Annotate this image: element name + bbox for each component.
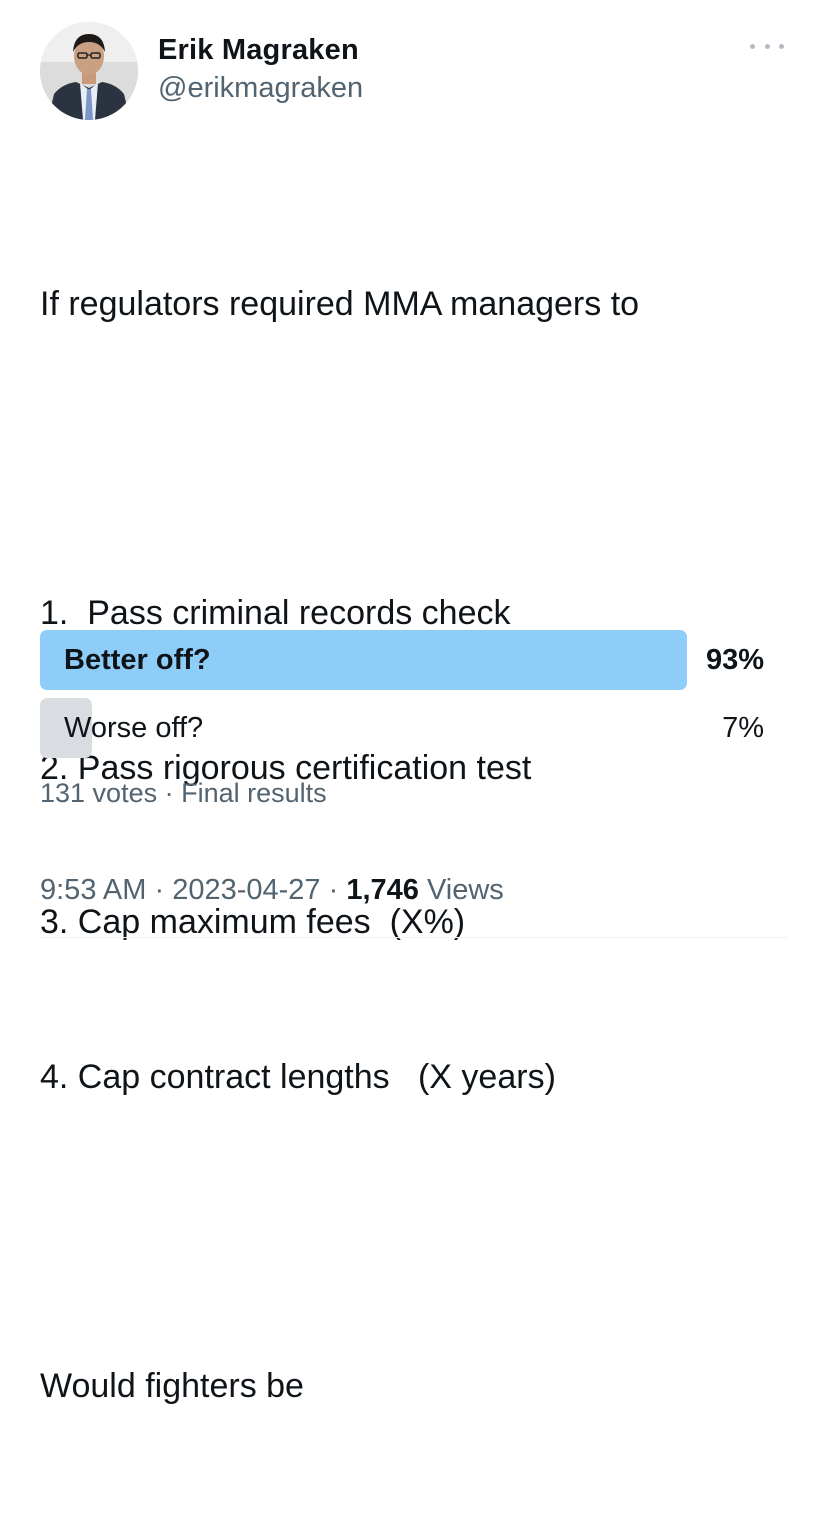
views-count: 1,746 [346,874,419,906]
tweet-line [40,434,800,486]
poll-option-worse-off: Worse off? 7% [40,698,768,758]
divider [40,937,788,938]
more-dot [764,43,770,49]
tweet-footer: 9:53 AM · 2023-04-27 · 1,746 Views [40,872,504,908]
profile-photo-icon [40,22,138,120]
separator: · [320,874,347,906]
more-dot [779,43,784,49]
poll-option-percent: 93% [705,644,764,676]
more-horizontal-icon[interactable] [750,36,784,56]
separator: · [146,874,173,906]
tweet-line: Would fighters be [40,1366,304,1405]
more-dot [750,43,755,49]
poll-meta: 131 votes · Final results [40,776,327,810]
user-handle[interactable]: @erikmagraken [158,70,363,106]
poll: Better off? 93% Worse off? 7% [40,630,768,766]
tweet-text: If regulators required MMA managers to 1… [40,176,800,1515]
tweet-date[interactable]: 2023-04-27 [172,874,320,906]
poll-option-better-off: Better off? 93% [40,630,768,690]
avatar[interactable] [40,22,138,120]
tweet-line [40,1206,800,1258]
display-name[interactable]: Erik Magraken [158,32,363,68]
tweet-line: If regulators required MMA managers to [40,285,640,323]
tweet-line: 4. Cap contract lengths (X years) [40,1057,556,1096]
poll-option-label: Better off? [64,644,211,676]
separator: · [157,778,182,808]
tweet-time[interactable]: 9:53 AM [40,874,146,906]
poll-option-label: Worse off? [64,712,204,744]
poll-option-percent: 7% [722,712,764,744]
views-label: Views [426,874,504,906]
poll-status: Final results [181,778,327,808]
tweet-card: Erik Magraken @erikmagraken If regulator… [0,0,828,1405]
tweet-header: Erik Magraken @erikmagraken [40,22,790,122]
author-block: Erik Magraken @erikmagraken [158,32,363,106]
poll-vote-count: 131 votes [40,778,158,808]
